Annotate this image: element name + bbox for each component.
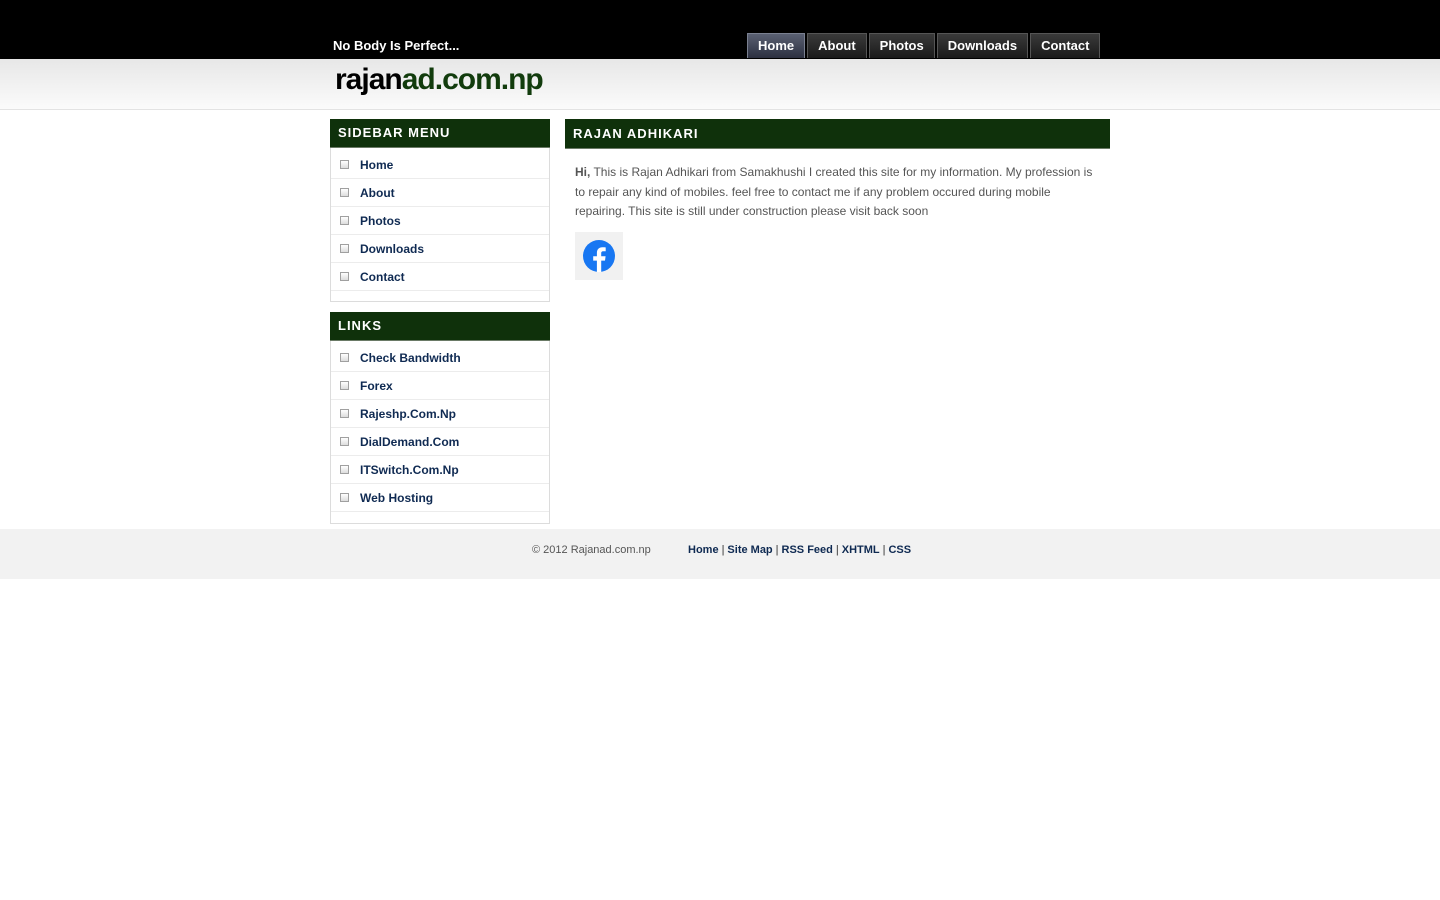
sidebar-item-about: About (331, 179, 549, 207)
footer-link-css[interactable]: CSS (888, 544, 911, 556)
link-check-bandwidth[interactable]: Check Bandwidth (360, 351, 461, 365)
links-title: LINKS (330, 312, 550, 341)
footer-copyright: © 2012 Rajanad.com.np (532, 544, 651, 556)
nav-tab-home[interactable]: Home (747, 33, 806, 58)
bullet-icon (340, 160, 349, 169)
logo-part-domain: ad.com.np (401, 63, 544, 96)
bullet-icon (340, 437, 349, 446)
footer-links: Home | Site Map | RSS Feed | XHTML | CSS (688, 544, 911, 556)
link-web-hosting[interactable]: Web Hosting (360, 491, 433, 505)
top-bar (0, 0, 1440, 59)
footer-separator: | (835, 544, 839, 556)
footer-link-rss-feed[interactable]: RSS Feed (782, 544, 833, 556)
footer-link-home[interactable]: Home (688, 544, 719, 556)
site-logo[interactable]: rajanad.com.np (335, 63, 544, 97)
footer-separator: | (775, 544, 779, 556)
links-item: ITSwitch.Com.Np (331, 456, 549, 484)
main-content-text: Hi, This is Rajan Adhikari from Samakhus… (575, 163, 1100, 222)
bullet-icon (340, 465, 349, 474)
footer-link-xhtml[interactable]: XHTML (842, 544, 880, 556)
link-itswitch[interactable]: ITSwitch.Com.Np (360, 463, 459, 477)
sidebar-link-home[interactable]: Home (360, 158, 393, 172)
header-band (0, 59, 1440, 110)
link-dialdemand[interactable]: DialDemand.Com (360, 435, 459, 449)
links-item: Rajeshp.Com.Np (331, 400, 549, 428)
site-tagline: No Body Is Perfect... (333, 38, 460, 53)
link-rajeshp[interactable]: Rajeshp.Com.Np (360, 407, 456, 421)
nav-tab-contact[interactable]: Contact (1030, 33, 1101, 58)
sidebar-link-about[interactable]: About (360, 186, 395, 200)
sidebar-item-home: Home (331, 151, 549, 179)
facebook-icon (583, 240, 615, 272)
main-title: RAJAN ADHIKARI (565, 119, 1110, 149)
greeting: Hi, (575, 165, 591, 179)
link-forex[interactable]: Forex (360, 379, 393, 393)
footer-separator: | (882, 544, 886, 556)
facebook-link[interactable] (575, 232, 623, 280)
links-item: Check Bandwidth (331, 344, 549, 372)
main-nav: Home About Photos Downloads Contact (747, 33, 1101, 58)
footer-link-site-map[interactable]: Site Map (727, 544, 772, 556)
sidebar-link-contact[interactable]: Contact (360, 270, 405, 284)
bullet-icon (340, 188, 349, 197)
bullet-icon (340, 244, 349, 253)
nav-tab-photos[interactable]: Photos (868, 33, 935, 58)
sidebar-menu-title: SIDEBAR MENU (330, 119, 550, 148)
logo-part-rajan: rajan (335, 63, 403, 96)
links-item: DialDemand.Com (331, 428, 549, 456)
links-item: Web Hosting (331, 484, 549, 512)
bullet-icon (340, 493, 349, 502)
nav-tab-downloads[interactable]: Downloads (936, 33, 1029, 58)
links-box: LINKS Check Bandwidth Forex Rajeshp.Com.… (330, 312, 550, 524)
links-item: Forex (331, 372, 549, 400)
bullet-icon (340, 409, 349, 418)
footer-separator: | (721, 544, 725, 556)
nav-tab-about[interactable]: About (807, 33, 867, 58)
bullet-icon (340, 272, 349, 281)
sidebar-item-photos: Photos (331, 207, 549, 235)
bullet-icon (340, 216, 349, 225)
sidebar-menu: SIDEBAR MENU Home About Photos Downloads… (330, 119, 550, 302)
sidebar-item-contact: Contact (331, 263, 549, 291)
intro-paragraph: This is Rajan Adhikari from Samakhushi I… (575, 165, 1093, 218)
sidebar-link-downloads[interactable]: Downloads (360, 242, 424, 256)
bullet-icon (340, 381, 349, 390)
bullet-icon (340, 353, 349, 362)
sidebar-item-downloads: Downloads (331, 235, 549, 263)
sidebar-link-photos[interactable]: Photos (360, 214, 401, 228)
